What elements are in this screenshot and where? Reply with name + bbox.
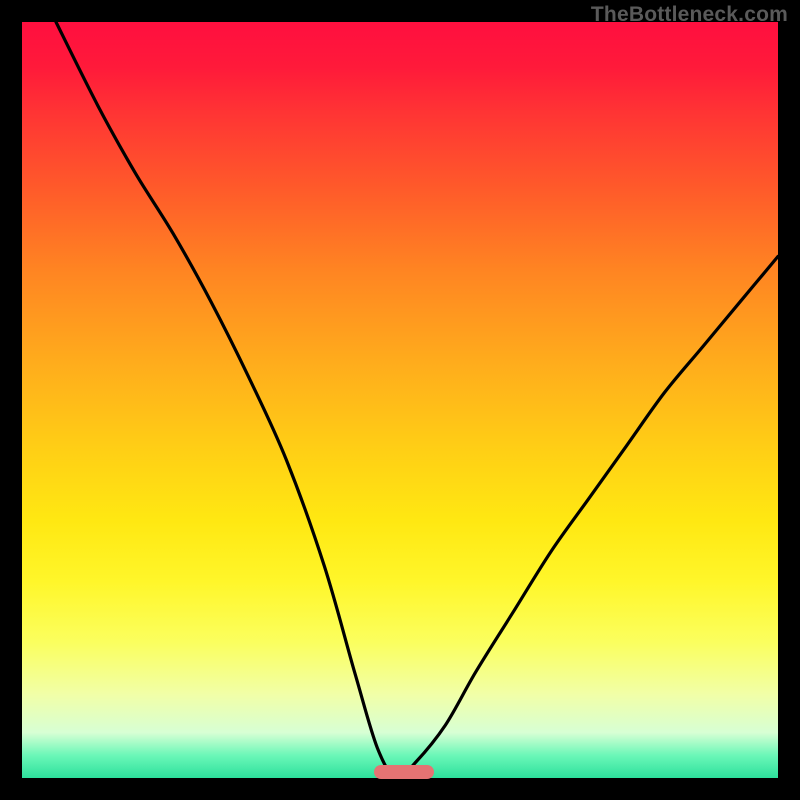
watermark-text: TheBottleneck.com [591,3,788,27]
chart-frame: TheBottleneck.com [0,0,800,800]
optimal-range-marker [374,765,434,779]
bottleneck-curve [22,22,778,778]
